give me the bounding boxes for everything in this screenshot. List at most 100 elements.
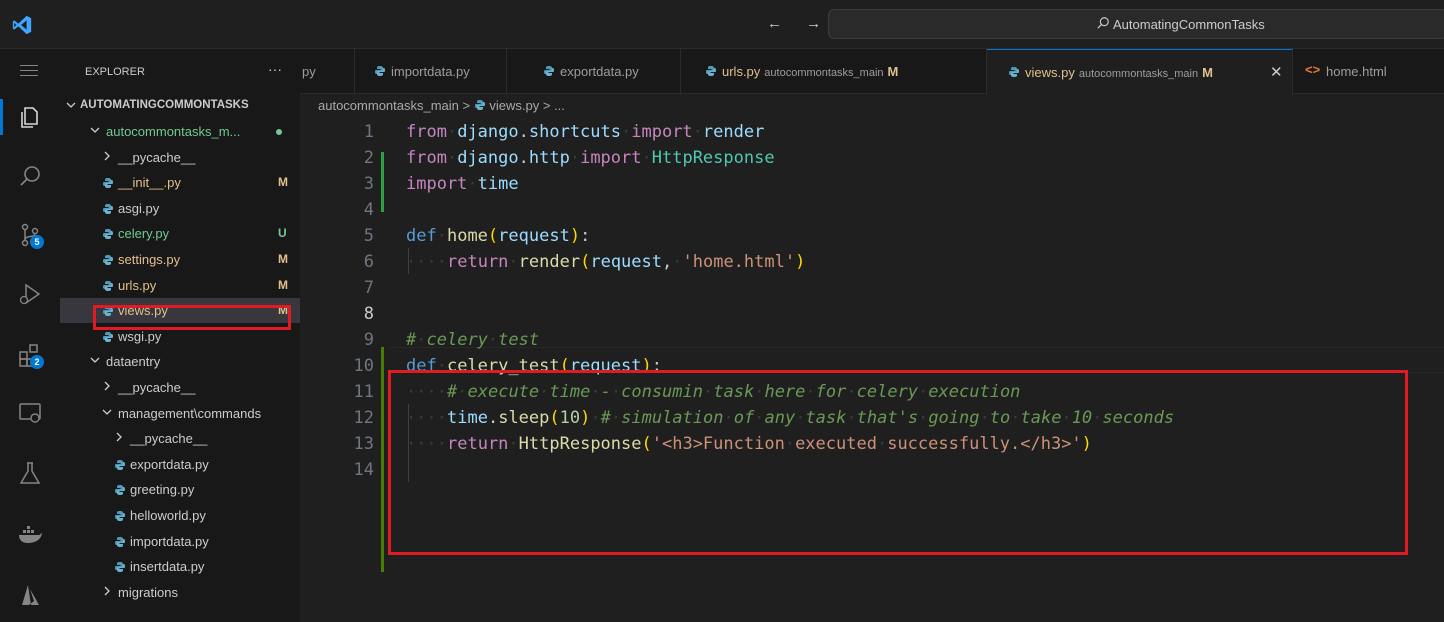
chevron-right-icon [100, 379, 114, 393]
tree-item-label: greeting.py [130, 482, 195, 498]
tab-importdata[interactable]: importdata.py [355, 49, 507, 94]
breadcrumb-symbol[interactable]: > ... [543, 98, 565, 113]
highlight-box-celery-test [388, 370, 1408, 555]
activity-bar: 5 2 [0, 49, 60, 622]
tree-root-folder[interactable]: AUTOMATINGCOMMONTASKS [60, 94, 300, 119]
folder-tree-item[interactable]: __pycache__ [60, 375, 300, 400]
close-tab-icon[interactable]: ✕ [1270, 63, 1283, 81]
tree-item-label: __pycache__ [130, 431, 208, 447]
folder-tree-item[interactable]: autocommontasks_m... [60, 119, 300, 144]
line-number: 14 [353, 460, 374, 480]
folder-tree-item[interactable]: __pycache__ [60, 426, 300, 451]
tree-item-label: dataentry [106, 354, 161, 370]
chevron-right-icon [112, 430, 126, 444]
chevron-down-icon [64, 98, 78, 112]
python-file-icon [114, 536, 126, 548]
line-number: 10 [353, 356, 374, 376]
python-file-icon [102, 228, 114, 240]
editor-tabs: py importdata.py exportdata.py urls.py au… [300, 49, 1444, 95]
back-forward-arrows[interactable]: ← → [767, 15, 831, 32]
tab-label: urls.py [722, 64, 761, 79]
code-line[interactable]: from·django.shortcuts·import·render [406, 122, 764, 142]
azure-icon[interactable] [16, 581, 44, 609]
line-number: 13 [353, 434, 374, 454]
git-status-badge: U [278, 226, 287, 241]
docker-icon[interactable] [16, 521, 44, 549]
git-status-badge: M [278, 175, 288, 190]
code-line[interactable]: import·time [406, 174, 519, 194]
tab-home-html[interactable]: <> home.html [1293, 49, 1444, 94]
python-file-icon [102, 280, 114, 292]
search-icon [1097, 17, 1109, 29]
tree-root-label: AUTOMATINGCOMMONTASKS [80, 99, 249, 111]
tab-partial[interactable]: py [300, 49, 355, 94]
extensions-icon[interactable]: 2 [16, 341, 44, 369]
tree-item-label: exportdata.py [130, 456, 209, 472]
file-tree-item[interactable]: urls.py M [60, 273, 300, 298]
file-tree-item[interactable]: importdata.py [60, 529, 300, 554]
line-number: 7 [363, 278, 374, 298]
tree-item-label: urls.py [118, 277, 157, 293]
breadcrumb: autocommontasks_main > views.py > ... [318, 98, 565, 113]
run-debug-icon[interactable] [16, 280, 44, 308]
files-icon[interactable] [0, 99, 44, 135]
code-line[interactable]: ····return·render(request,·'home.html') [406, 252, 805, 272]
file-tree-item[interactable]: __init__.py M [60, 170, 300, 195]
tree-item-label: importdata.py [130, 533, 209, 549]
tree-item-label: celery.py [118, 226, 170, 242]
file-tree-item[interactable]: settings.py M [60, 247, 300, 272]
line-number: 9 [363, 330, 374, 350]
tab-urls[interactable]: urls.py autocommontasks_main M [681, 49, 987, 94]
file-tree-item[interactable]: helloworld.py [60, 503, 300, 528]
extensions-badge: 2 [30, 355, 44, 369]
folder-tree-item[interactable]: migrations [60, 580, 300, 605]
python-file-icon [544, 66, 554, 76]
breadcrumb-separator: > [462, 98, 471, 113]
folder-tree-item[interactable]: dataentry [60, 349, 300, 374]
git-status-dot [276, 129, 282, 135]
command-center-search[interactable]: AutomatingCommonTasks [828, 9, 1444, 39]
breadcrumb-folder[interactable]: autocommontasks_main [318, 98, 459, 113]
python-file-icon [114, 484, 126, 496]
remote-explorer-icon[interactable] [16, 399, 44, 427]
explorer-title: EXPLORER [85, 66, 145, 78]
breadcrumb-file[interactable]: views.py [489, 98, 539, 113]
code-line[interactable]: def·home(request): [406, 226, 590, 246]
folder-tree-item[interactable]: __pycache__ [60, 145, 300, 170]
line-number: 5 [363, 226, 374, 246]
tab-description: autocommontasks_main [764, 67, 884, 79]
file-tree-item[interactable]: greeting.py [60, 477, 300, 502]
folder-tree-item[interactable]: management\commands [60, 401, 300, 426]
chevron-right-icon [100, 584, 114, 598]
file-tree-item[interactable]: exportdata.py [60, 452, 300, 477]
testing-icon[interactable] [16, 459, 44, 487]
git-status-badge: M [278, 277, 288, 292]
chevron-down-icon [88, 353, 102, 367]
tree-item-label: settings.py [118, 252, 181, 267]
menu-icon[interactable] [20, 63, 38, 77]
file-tree-item[interactable]: insertdata.py [60, 554, 300, 579]
search-icon[interactable] [16, 163, 44, 191]
code-line[interactable]: #·celery·test [406, 330, 539, 350]
line-number: 1 [363, 122, 374, 142]
python-file-icon [114, 459, 126, 471]
tree-item-label: autocommontasks_m... [106, 124, 241, 139]
tab-modified-mark: M [1202, 65, 1213, 80]
chevron-down-icon [88, 123, 102, 137]
code-line[interactable]: from·django.http·import·HttpResponse [406, 148, 775, 168]
tab-views[interactable]: views.py autocommontasks_main M ✕ [987, 49, 1293, 95]
line-number: 2 [363, 148, 374, 168]
tree-item-label: insertdata.py [130, 559, 205, 575]
line-number: 8 [363, 304, 374, 324]
tree-item-label: asgi.py [118, 200, 160, 216]
python-file-icon [102, 331, 114, 343]
tree-item-label: management\commands [118, 405, 262, 421]
source-control-icon[interactable]: 5 [16, 221, 44, 249]
python-file-icon [102, 177, 114, 189]
file-tree-item[interactable]: celery.py U [60, 221, 300, 246]
tab-exportdata[interactable]: exportdata.py [507, 49, 681, 94]
tree-item-label: wsgi.py [118, 328, 162, 344]
more-actions-icon[interactable]: ··· [268, 61, 282, 77]
tab-label: views.py [1025, 65, 1075, 80]
file-tree-item[interactable]: asgi.py [60, 196, 300, 221]
